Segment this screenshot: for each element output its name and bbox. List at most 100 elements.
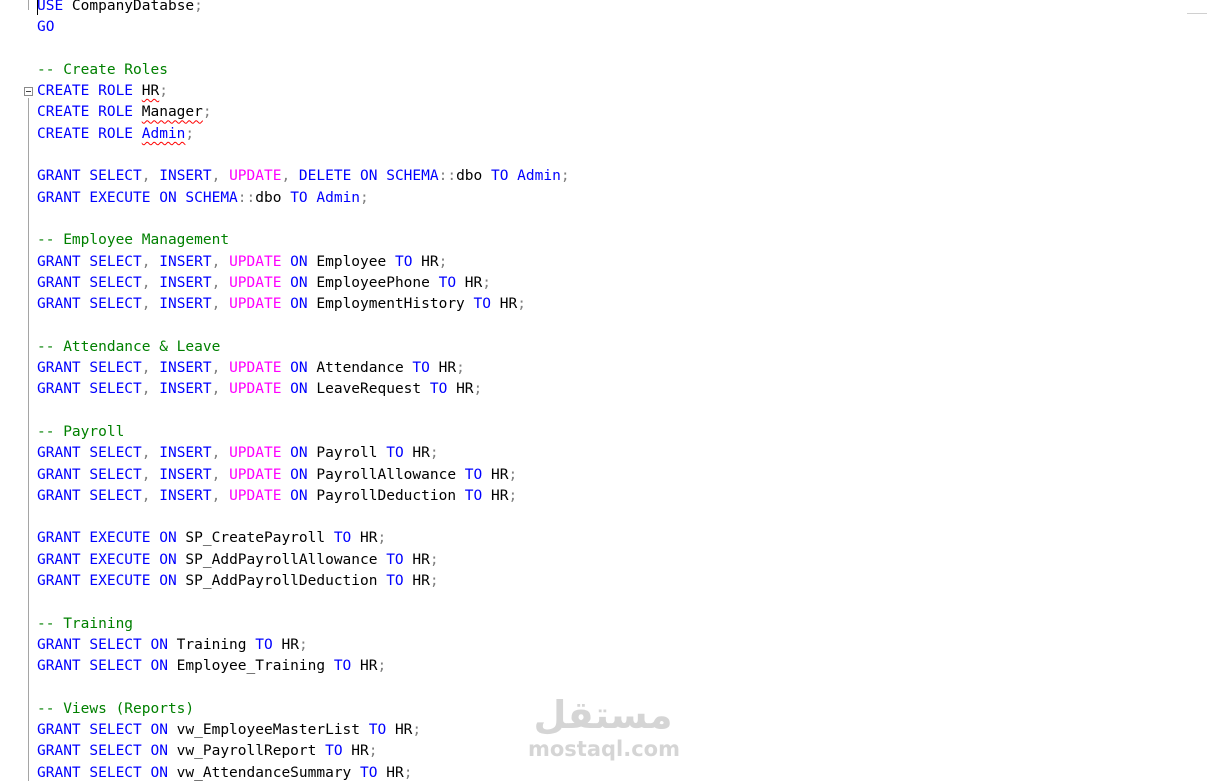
sql-keyword: TO xyxy=(333,530,352,547)
code-line[interactable]: USE CompanyDatabse; xyxy=(37,0,1207,17)
sql-keyword: ON xyxy=(281,296,308,313)
code-line[interactable]: -- Create Roles xyxy=(37,60,1207,81)
sql-keyword: GRANT SELECT xyxy=(37,487,142,504)
code-line[interactable]: GRANT SELECT, INSERT, UPDATE ON Employee… xyxy=(37,273,1207,294)
sql-comment: -- Create Roles xyxy=(37,61,168,78)
sql-keyword: TO xyxy=(386,573,404,590)
code-line[interactable]: GRANT SELECT, INSERT, UPDATE ON Payroll … xyxy=(37,443,1207,464)
sql-comment: -- Views (Reports) xyxy=(37,700,195,717)
sql-identifier: HR xyxy=(447,381,474,398)
sql-punctuation: , xyxy=(141,296,151,313)
sql-keyword: INSERT xyxy=(150,253,212,270)
sql-keyword: GO xyxy=(37,19,55,36)
text-cursor xyxy=(37,0,38,15)
code-line[interactable]: -- Employee Management xyxy=(37,230,1207,251)
sql-keyword-update: UPDATE xyxy=(220,360,282,377)
sql-identifier: Attendance xyxy=(307,360,413,377)
sql-keyword: INSERT xyxy=(150,274,212,291)
sql-keyword: GRANT SELECT xyxy=(37,253,142,270)
collapse-region-icon[interactable] xyxy=(24,87,33,96)
sql-keyword: GRANT SELECT xyxy=(37,445,142,462)
sql-punctuation: ; xyxy=(508,487,518,504)
sql-keyword: GRANT SELECT xyxy=(37,296,142,313)
code-line[interactable]: GRANT SELECT, INSERT, UPDATE ON Employme… xyxy=(37,294,1207,315)
blank-code-line[interactable] xyxy=(37,315,1207,336)
blank-code-line[interactable] xyxy=(37,592,1207,613)
sql-identifier: HR xyxy=(403,573,430,590)
sql-punctuation: ; xyxy=(377,658,387,675)
sql-keyword: GRANT SELECT xyxy=(37,274,142,291)
sql-keyword: Admin xyxy=(141,125,186,142)
sql-identifier: HR xyxy=(482,466,509,483)
sql-identifier: HR xyxy=(141,83,160,100)
blank-code-line[interactable] xyxy=(37,145,1207,166)
code-line[interactable]: GRANT SELECT, INSERT, UPDATE ON PayrollD… xyxy=(37,486,1207,507)
fold-guide-line xyxy=(28,98,29,781)
sql-punctuation: ; xyxy=(185,125,195,142)
code-line[interactable]: GRANT SELECT ON Training TO HR; xyxy=(37,635,1207,656)
sql-punctuation: ; xyxy=(377,530,387,547)
sql-keyword: TO xyxy=(386,445,404,462)
blank-code-line[interactable] xyxy=(37,209,1207,230)
sql-keyword: INSERT xyxy=(150,296,212,313)
sql-punctuation: ; xyxy=(456,360,465,377)
sql-identifier: HR xyxy=(412,253,439,270)
sql-keyword: INSERT xyxy=(150,360,212,377)
code-line[interactable]: GRANT SELECT, INSERT, UPDATE ON Attendan… xyxy=(37,358,1207,379)
sql-punctuation: ; xyxy=(159,83,168,100)
code-line[interactable]: GRANT SELECT, INSERT, UPDATE ON Employee… xyxy=(37,252,1207,273)
sql-identifier: HR xyxy=(272,636,299,653)
blank-code-line[interactable] xyxy=(37,401,1207,422)
blank-code-line[interactable] xyxy=(37,678,1207,699)
blank-code-line[interactable] xyxy=(37,507,1207,528)
code-line[interactable]: GRANT SELECT, INSERT, UPDATE ON PayrollA… xyxy=(37,465,1207,486)
code-line[interactable]: GRANT SELECT ON vw_EmployeeMasterList TO… xyxy=(37,720,1207,741)
code-text-area[interactable]: USE CompanyDatabse; GO -- Create Roles CREA… xyxy=(37,0,1207,781)
sql-punctuation: , xyxy=(141,360,151,377)
code-line[interactable]: CREATE ROLE HR; xyxy=(37,81,1207,102)
code-line[interactable]: GRANT SELECT ON vw_AttendanceSummary TO … xyxy=(37,763,1207,781)
sql-keyword: GRANT EXECUTE ON xyxy=(37,530,177,547)
sql-keyword: TO xyxy=(438,274,457,291)
sql-keyword-update: UPDATE xyxy=(220,168,282,185)
code-line[interactable]: GRANT EXECUTE ON SP_AddPayrollDeduction … xyxy=(37,571,1207,592)
sql-keyword: INSERT xyxy=(150,466,212,483)
sql-punctuation: ; xyxy=(403,764,413,781)
code-line[interactable]: GRANT EXECUTE ON SCHEMA::dbo TO Admin; xyxy=(37,188,1207,209)
blank-code-line[interactable] xyxy=(37,39,1207,60)
code-line[interactable]: GRANT EXECUTE ON SP_AddPayrollAllowance … xyxy=(37,550,1207,571)
sql-identifier: dbo xyxy=(255,189,291,206)
code-line[interactable]: GRANT SELECT ON vw_PayrollReport TO HR; xyxy=(37,741,1207,762)
code-line[interactable]: GRANT SELECT ON Employee_Training TO HR; xyxy=(37,656,1207,677)
code-line[interactable]: -- Attendance & Leave xyxy=(37,337,1207,358)
sql-identifier: EmployeePhone xyxy=(307,274,439,291)
sql-keyword: DELETE ON SCHEMA xyxy=(290,168,439,185)
code-line[interactable]: CREATE ROLE Manager; xyxy=(37,102,1207,123)
sql-comment: -- Payroll xyxy=(37,423,125,440)
code-line[interactable]: GRANT SELECT, INSERT, UPDATE ON LeaveReq… xyxy=(37,379,1207,400)
code-line[interactable]: -- Views (Reports) xyxy=(37,699,1207,720)
code-line[interactable]: GO xyxy=(37,17,1207,38)
sql-keyword: ON xyxy=(281,487,308,504)
sql-query-editor[interactable]: USE CompanyDatabse; GO -- Create Roles CREA… xyxy=(0,0,1207,781)
code-line[interactable]: -- Training xyxy=(37,614,1207,635)
sql-identifier: Manager xyxy=(141,104,203,121)
sql-keyword: GRANT SELECT xyxy=(37,168,142,185)
sql-punctuation: , xyxy=(141,487,151,504)
sql-identifier: PayrollDeduction xyxy=(307,487,465,504)
sql-keyword: TO xyxy=(360,764,378,781)
code-line[interactable]: CREATE ROLE Admin; xyxy=(37,124,1207,145)
sql-keyword: INSERT xyxy=(150,487,212,504)
sql-identifier: Training xyxy=(167,636,256,653)
sql-identifier: Employee xyxy=(307,253,395,270)
sql-keyword: TO Admin xyxy=(290,189,361,206)
code-line[interactable]: -- Payroll xyxy=(37,422,1207,443)
sql-punctuation: , xyxy=(141,274,151,291)
sql-comment: -- Training xyxy=(37,615,134,632)
sql-keyword-update: UPDATE xyxy=(220,274,282,291)
code-line[interactable]: GRANT SELECT, INSERT, UPDATE, DELETE ON … xyxy=(37,166,1207,187)
code-line[interactable]: GRANT EXECUTE ON SP_CreatePayroll TO HR; xyxy=(37,528,1207,549)
sql-keyword-update: UPDATE xyxy=(220,466,282,483)
sql-keyword: GRANT SELECT ON xyxy=(37,636,168,653)
sql-identifier: HR xyxy=(403,445,430,462)
